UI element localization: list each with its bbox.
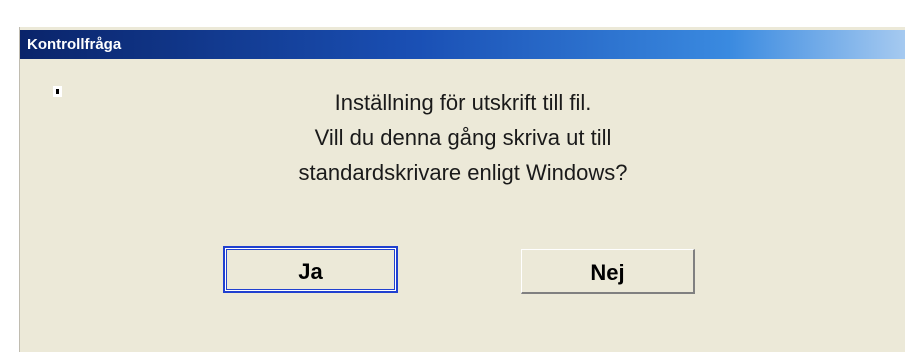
message-line: standardskrivare enligt Windows?: [298, 160, 628, 185]
dialog-message: Inställning för utskrift till fil. Vill …: [20, 85, 905, 190]
message-line: Inställning för utskrift till fil.: [334, 90, 592, 115]
message-line: Vill du denna gång skriva ut till: [314, 125, 612, 150]
dialog-titlebar[interactable]: Kontrollfråga: [20, 30, 905, 59]
confirm-dialog: Kontrollfråga Inställning för utskrift t…: [19, 27, 905, 352]
yes-button[interactable]: Ja: [223, 246, 398, 293]
dialog-title: Kontrollfråga: [27, 36, 122, 53]
no-button[interactable]: Nej: [521, 249, 695, 294]
